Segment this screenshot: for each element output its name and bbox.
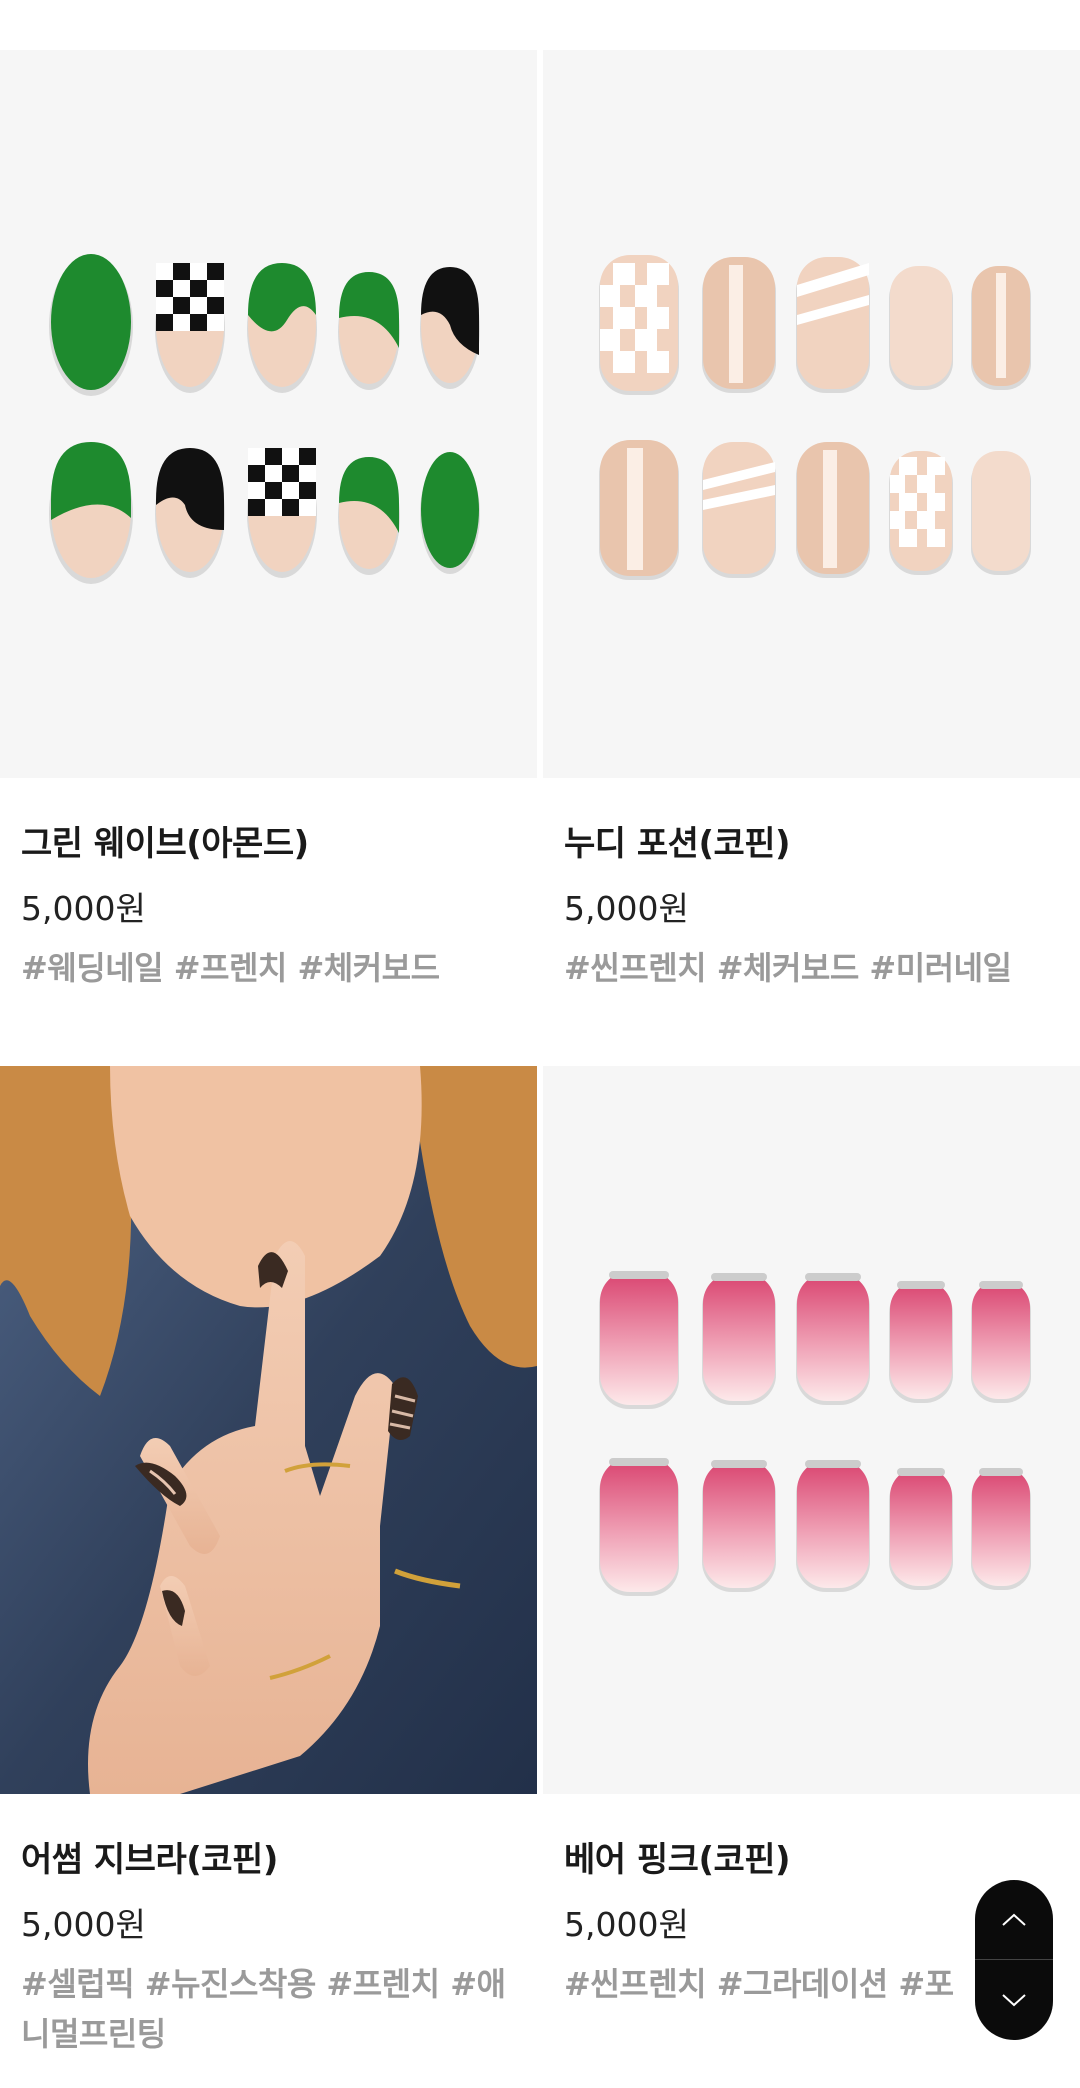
product-name[interactable]: 누디 포션(코핀) — [564, 816, 791, 865]
product-price: 5,000원 — [21, 1905, 146, 1944]
awesome-zebra-hand-photo — [0, 1066, 537, 1794]
bare-pink-nails-image — [599, 1271, 1031, 1596]
product-image[interactable] — [543, 1066, 1080, 1794]
product-tags: #셀럽픽 #뉴진스착용 #프렌치 #애니멀프린팅 — [21, 1965, 506, 2053]
green-wave-nails-image — [49, 254, 480, 584]
product-price: 5,000원 — [564, 1905, 689, 1944]
chevron-up-icon — [1002, 1913, 1026, 1926]
product-name[interactable]: 어썸 지브라(코핀) — [21, 1832, 278, 1881]
scroll-to-bottom-button[interactable] — [975, 1960, 1053, 2039]
chevron-down-icon — [1002, 1993, 1026, 2006]
product-image[interactable] — [0, 1066, 537, 1794]
product-image[interactable] — [0, 50, 537, 778]
product-image[interactable] — [543, 50, 1080, 778]
product-tags: #웨딩네일 #프렌치 #체커보드 — [21, 949, 440, 987]
product-name[interactable]: 그린 웨이브(아몬드) — [21, 816, 309, 865]
product-name[interactable]: 베어 핑크(코핀) — [564, 1832, 791, 1881]
product-tags: #씬프렌치 #체커보드 #미러네일 — [564, 949, 1012, 987]
product-price: 5,000원 — [564, 889, 689, 928]
pink-nail-row-1 — [599, 1271, 1031, 1409]
scroll-control — [975, 1880, 1053, 2040]
product-price: 5,000원 — [21, 889, 146, 928]
nudie-potion-nails-image — [599, 255, 1031, 580]
scroll-to-top-button[interactable] — [975, 1880, 1053, 1959]
pink-nail-row-2 — [599, 1458, 1031, 1596]
